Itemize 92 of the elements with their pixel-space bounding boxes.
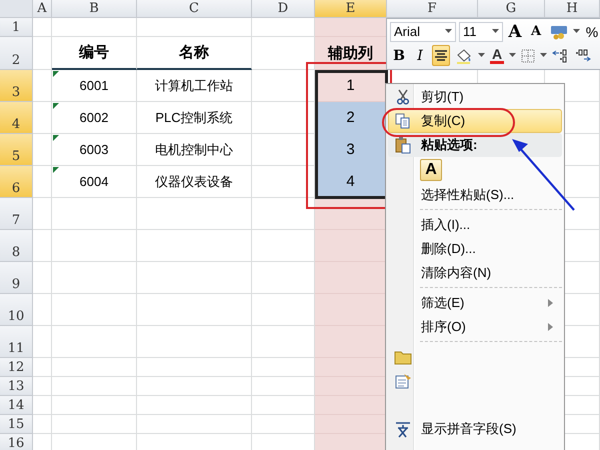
caret-icon [509,53,516,58]
empty-cell [33,326,52,358]
folder-icon [394,350,412,364]
row-header[interactable]: 14 [0,396,33,415]
caret-icon [573,29,580,34]
paint-bucket-icon [455,48,473,64]
menu-item[interactable]: 复制(C) [388,109,562,133]
table-cell: 电机控制中心 [137,134,252,166]
increase-decimal-icon [552,48,568,62]
bold-button[interactable]: B [390,45,408,66]
menu-item[interactable]: 剪切(T) [388,85,562,109]
cell-text: 6003 [80,142,108,157]
row-header[interactable]: 16 [0,434,33,450]
column-heading: 名称 [137,37,252,70]
percent-button[interactable]: % [583,21,600,42]
decrease-decimal-icon [575,48,591,62]
document-icon [394,373,412,389]
menu-item[interactable]: 选择性粘贴(S)... [388,183,562,207]
paste-values-button[interactable]: A [420,159,442,181]
empty-cell [315,262,387,294]
row-header[interactable]: 3 [0,70,33,102]
clipboard-icon [395,136,411,154]
row-header[interactable]: 1 [0,18,33,37]
row-header[interactable]: 7 [0,198,33,230]
empty-cell [315,294,387,326]
menu-section-heading: 粘贴选项: [420,136,478,154]
grow-font-button[interactable]: A [506,21,524,42]
borders-icon [521,48,535,62]
menu-item[interactable]: 显示拼音字段(S) [388,417,562,441]
font-color-button[interactable]: A [488,45,506,66]
cell-text: 6004 [80,174,108,189]
empty-cell [315,377,387,396]
menu-item[interactable]: 删除(D)... [388,237,562,261]
caret-icon [540,53,547,58]
font-size-field[interactable]: 11 [459,22,503,42]
empty-cell [33,198,52,230]
menu-item[interactable]: 排序(O) [388,315,562,339]
column-header[interactable]: F [387,0,478,18]
row-header[interactable]: 11 [0,326,33,358]
menu-item[interactable]: 筛选(E) [388,291,562,315]
row-header[interactable]: 2 [0,37,33,70]
empty-cell [33,294,52,326]
row-header[interactable]: 8 [0,230,33,262]
caret-icon [492,29,499,34]
row-header[interactable]: 5 [0,134,33,166]
scissors-icon [396,89,410,105]
italic-button[interactable]: I [411,45,429,66]
center-align-button[interactable] [432,45,450,66]
row-header[interactable]: 15 [0,415,33,434]
row-header[interactable]: 6 [0,166,33,198]
empty-cell [315,415,387,434]
empty-cell [33,37,52,70]
empty-cell [33,262,52,294]
column-header[interactable]: E [315,0,387,18]
column-header[interactable]: C [137,0,252,18]
caret-icon [478,53,485,58]
column-header[interactable]: G [478,0,545,18]
empty-cell [315,358,387,377]
column-header[interactable]: A [33,0,52,18]
row-header[interactable]: 4 [0,102,33,134]
table-cell: 计算机工作站 [137,70,252,102]
row-header[interactable]: 13 [0,377,33,396]
column-header[interactable]: H [545,0,600,18]
pointer-arrow [512,139,575,211]
font-field[interactable]: Arial [390,22,456,42]
cell-text: 6002 [80,110,108,125]
align-center-icon [434,50,448,62]
column-header[interactable]: B [52,0,137,18]
shrink-font-button[interactable]: A [527,21,545,42]
phonetic-icon [394,420,412,438]
menu-item[interactable]: 插入(I)... [388,213,562,237]
row-header[interactable]: 12 [0,358,33,377]
empty-cell [315,326,387,358]
copy-icon [395,113,411,129]
cell-text: 6001 [80,78,108,93]
empty-cell [315,396,387,415]
column-heading: 编号 [52,37,137,70]
row-header[interactable]: 10 [0,294,33,326]
empty-cell [315,18,387,37]
menu-item[interactable]: 清除内容(N) [388,261,562,285]
table-cell: PLC控制系统 [137,102,252,134]
column-heading: 辅助列 [315,37,387,70]
table-cell: 仪器仪表设备 [137,166,252,198]
empty-cell [315,434,387,450]
table-cell: 3 [315,134,387,166]
table-cell: 2 [315,102,387,134]
caret-icon [445,29,452,34]
row-header[interactable]: 9 [0,262,33,294]
empty-cell [33,230,52,262]
empty-cell [315,230,387,262]
column-header[interactable]: D [252,0,315,18]
money-icon [550,24,568,40]
